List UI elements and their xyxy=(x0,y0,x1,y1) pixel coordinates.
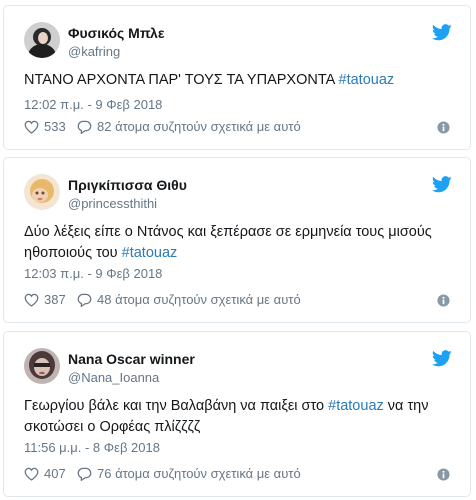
like-count: 407 xyxy=(44,466,66,481)
like-count: 387 xyxy=(44,292,66,307)
avatar[interactable] xyxy=(24,174,60,210)
tweet-card: Πριγκίπισσα Θιθυ @princessthithi Δύο λέξ… xyxy=(3,157,471,323)
reply-summary: 82 άτομα συζητούν σχετικά με αυτό xyxy=(97,119,301,134)
user-handle[interactable]: @Nana_Ioanna xyxy=(68,370,159,385)
action-bar: 533 82 άτομα συζητούν σχετικά με αυτό xyxy=(24,119,450,137)
like-button[interactable]: 533 xyxy=(24,119,66,134)
timestamp[interactable]: 11:56 μ.μ. - 8 Φεβ 2018 xyxy=(24,440,160,455)
hashtag-link[interactable]: #tatouaz xyxy=(339,72,395,88)
user-handle[interactable]: @princessthithi xyxy=(68,196,157,211)
heart-icon xyxy=(24,293,39,307)
twitter-bird-icon[interactable] xyxy=(432,24,452,41)
reply-button[interactable]: 82 άτομα συζητούν σχετικά με αυτό xyxy=(77,119,301,134)
reply-bubble-icon xyxy=(77,120,92,134)
avatar[interactable] xyxy=(24,22,60,58)
timestamp[interactable]: 12:02 π.μ. - 9 Φεβ 2018 xyxy=(24,97,162,112)
tweet-card: Φυσικός Μπλε @kafring ΝΤΑΝΟ ΑΡΧΟΝΤΑ ΠΑΡ'… xyxy=(3,5,471,150)
reply-button[interactable]: 48 άτομα συζητούν σχετικά με αυτό xyxy=(77,292,301,307)
tweet-text: Δύο λέξεις είπε ο Ντάνος και ξεπέρασε σε… xyxy=(24,222,450,264)
tweet-text-body: Δύο λέξεις είπε ο Ντάνος και ξεπέρασε σε… xyxy=(24,224,432,261)
display-name[interactable]: Φυσικός Μπλε xyxy=(68,25,164,41)
info-icon[interactable] xyxy=(437,294,450,307)
info-icon[interactable] xyxy=(437,468,450,481)
display-name[interactable]: Nana Oscar winner xyxy=(68,351,195,367)
twitter-bird-icon[interactable] xyxy=(432,350,452,367)
hashtag-link[interactable]: #tatouaz xyxy=(328,398,384,414)
reply-button[interactable]: 76 άτομα συζητούν σχετικά με αυτό xyxy=(77,466,301,481)
heart-icon xyxy=(24,120,39,134)
like-button[interactable]: 387 xyxy=(24,292,66,307)
timestamp[interactable]: 12:03 π.μ. - 9 Φεβ 2018 xyxy=(24,266,162,281)
tweet-card: Nana Oscar winner @Nana_Ioanna Γεωργίου … xyxy=(3,331,471,497)
avatar[interactable] xyxy=(24,348,60,384)
tweet-text: ΝΤΑΝΟ ΑΡΧΟΝΤΑ ΠΑΡ' ΤΟΥΣ ΤΑ ΥΠΑΡΧΟΝΤΑ #ta… xyxy=(24,70,450,91)
tweet-text-body: Γεωργίου βάλε και την Βαλαβάνη να παιξει… xyxy=(24,398,329,414)
like-button[interactable]: 407 xyxy=(24,466,66,481)
like-count: 533 xyxy=(44,119,66,134)
action-bar: 407 76 άτομα συζητούν σχετικά με αυτό xyxy=(24,466,450,484)
reply-bubble-icon xyxy=(77,467,92,481)
reply-bubble-icon xyxy=(77,293,92,307)
display-name[interactable]: Πριγκίπισσα Θιθυ xyxy=(68,177,187,193)
info-icon[interactable] xyxy=(437,121,450,134)
twitter-bird-icon[interactable] xyxy=(432,176,452,193)
tweet-text: Γεωργίου βάλε και την Βαλαβάνη να παιξει… xyxy=(24,396,450,438)
user-handle[interactable]: @kafring xyxy=(68,44,120,59)
reply-summary: 76 άτομα συζητούν σχετικά με αυτό xyxy=(97,466,301,481)
heart-icon xyxy=(24,467,39,481)
reply-summary: 48 άτομα συζητούν σχετικά με αυτό xyxy=(97,292,301,307)
tweet-text-body: ΝΤΑΝΟ ΑΡΧΟΝΤΑ ΠΑΡ' ΤΟΥΣ ΤΑ ΥΠΑΡΧΟΝΤΑ xyxy=(24,72,339,88)
action-bar: 387 48 άτομα συζητούν σχετικά με αυτό xyxy=(24,292,450,310)
hashtag-link[interactable]: #tatouaz xyxy=(122,245,178,261)
